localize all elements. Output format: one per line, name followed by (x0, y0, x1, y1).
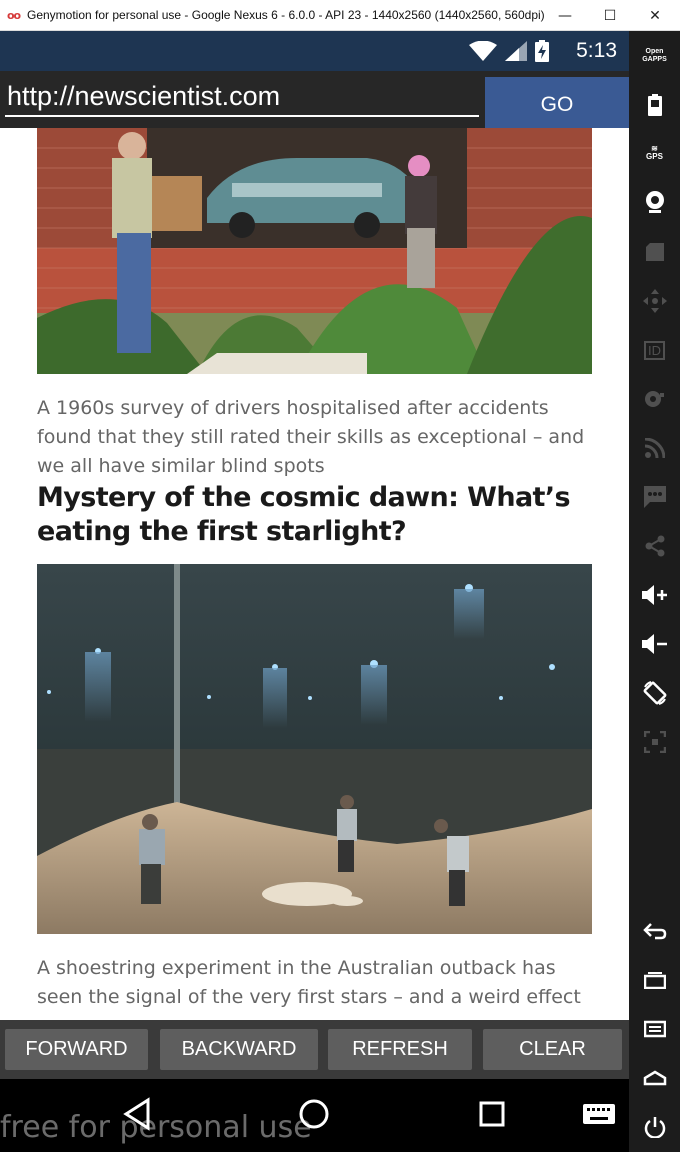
article-caption: A 1960s survey of drivers hospitalised a… (37, 397, 585, 477)
sms-icon[interactable] (629, 477, 680, 517)
rotate-icon[interactable] (629, 673, 680, 713)
share-icon[interactable] (629, 526, 680, 566)
clear-button[interactable]: CLEAR (483, 1029, 622, 1070)
watermark-text: free for personal use (0, 1110, 312, 1145)
device-id-icon[interactable]: ID (629, 330, 680, 370)
window-title-bar: oo Genymotion for personal use - Google … (0, 0, 680, 31)
maximize-button[interactable]: ☐ (587, 0, 633, 31)
url-bar: GO (0, 71, 629, 128)
home-house-icon[interactable] (629, 1058, 680, 1098)
forward-button[interactable]: FORWARD (5, 1029, 148, 1070)
recents-icon[interactable] (478, 1097, 506, 1131)
volume-up-icon[interactable] (629, 575, 680, 615)
pixel-perfect-icon[interactable] (629, 722, 680, 762)
go-button[interactable]: GO (485, 77, 629, 128)
close-button[interactable]: ✕ (632, 0, 678, 31)
article-image-car-crash[interactable] (37, 128, 592, 374)
recent-apps-icon[interactable] (629, 960, 680, 1000)
back-arrow-icon[interactable] (629, 911, 680, 951)
screencast-icon[interactable] (629, 232, 680, 272)
web-view[interactable]: A 1960s survey of drivers hospitalised a… (0, 128, 629, 1020)
url-input[interactable] (5, 77, 479, 117)
window-title: Genymotion for personal use - Google Nex… (27, 8, 547, 22)
minimize-button[interactable]: — (542, 0, 588, 31)
article-image-cosmic-dawn[interactable] (37, 564, 592, 934)
browser-button-row: FORWARD BACKWARD REFRESH CLEAR (0, 1020, 629, 1079)
keyboard-icon[interactable] (582, 1097, 616, 1131)
webcam-icon[interactable] (629, 182, 680, 222)
battery-icon[interactable] (629, 85, 680, 125)
article-headline[interactable]: Mystery of the cosmic dawn: What’s eatin… (37, 481, 597, 549)
article-caption: A shoestring experiment in the Australia… (37, 957, 581, 1008)
status-icons (469, 40, 549, 62)
status-time: 5:13 (576, 39, 617, 62)
backward-button[interactable]: BACKWARD (160, 1029, 318, 1070)
refresh-button[interactable]: REFRESH (328, 1029, 472, 1070)
dpad-icon[interactable] (629, 281, 680, 321)
android-status-bar: 5:13 (0, 31, 629, 71)
genymotion-logo-icon: oo (7, 8, 21, 22)
cell-signal-icon (505, 41, 527, 61)
gps-icon[interactable]: ≋ GPS (629, 133, 680, 173)
disk-io-icon[interactable] (629, 379, 680, 419)
open-gapps-icon[interactable]: Open GAPPS (629, 36, 680, 76)
network-rss-icon[interactable] (629, 428, 680, 468)
power-icon[interactable] (629, 1107, 680, 1147)
battery-charging-icon (535, 40, 549, 62)
menu-icon[interactable] (629, 1009, 680, 1049)
genymotion-toolbar: Open GAPPS ≋ GPS ID (629, 31, 680, 1152)
wifi-icon (469, 41, 497, 61)
volume-down-icon[interactable] (629, 624, 680, 664)
